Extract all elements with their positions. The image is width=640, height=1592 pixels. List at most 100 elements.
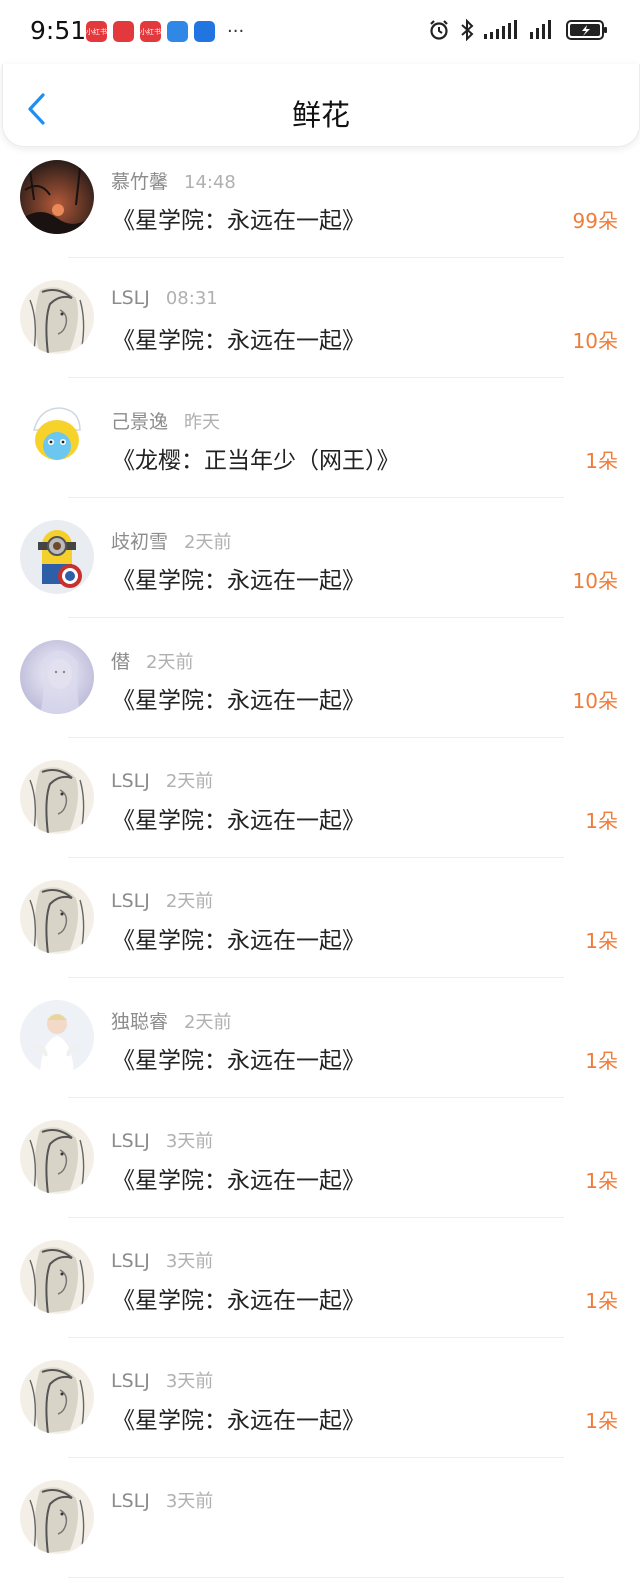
book-title[interactable]: 《星学院：永远在一起》 bbox=[112, 681, 365, 715]
item-meta: LSLJ 08:31 bbox=[111, 287, 218, 309]
divider bbox=[68, 377, 564, 378]
timestamp: 2天前 bbox=[146, 652, 194, 673]
list-item[interactable]: 己景逸 昨天《龙樱：正当年少（网王）》 1朵 bbox=[0, 392, 640, 512]
book-title[interactable]: 《星学院：永远在一起》 bbox=[112, 801, 365, 835]
avatar[interactable] bbox=[20, 1120, 94, 1194]
timestamp: 2天前 bbox=[184, 1012, 232, 1033]
list-item[interactable]: 独聪睿 2天前 《星学院：永远在一起》 1朵 bbox=[0, 992, 640, 1112]
flower-count: 1朵 bbox=[585, 1409, 618, 1433]
timestamp: 14:48 bbox=[184, 172, 236, 193]
book-title[interactable]: 《星学院：永远在一起》 bbox=[112, 1401, 365, 1435]
list-item[interactable]: LSLJ 3天前《星学院：永远在一起》 1朵 bbox=[0, 1232, 640, 1352]
book-title[interactable]: 《星学院：永远在一起》 bbox=[112, 201, 365, 235]
timestamp: 2天前 bbox=[165, 891, 214, 912]
avatar[interactable] bbox=[20, 640, 94, 714]
timestamp: 昨天 bbox=[184, 412, 221, 433]
list-item[interactable]: 歧初雪 2天前 《星学院：永远在一起》 10朵 bbox=[0, 512, 640, 632]
bulb-app-icon bbox=[194, 21, 215, 42]
battery-icon bbox=[566, 20, 607, 40]
flower-list: 慕竹馨 14:48 《星学院：永远在一起》 99朵 LSLJ 08:31 《星学院：永远在一… bbox=[0, 152, 640, 1592]
list-item[interactable]: 慕竹馨 14:48 《星学院：永远在一起》 99朵 bbox=[0, 152, 640, 272]
avatar[interactable] bbox=[20, 1480, 94, 1554]
username: 独聪睿 bbox=[111, 1011, 169, 1033]
avatar[interactable] bbox=[20, 280, 94, 354]
avatar[interactable] bbox=[20, 160, 94, 234]
timestamp: 2天前 bbox=[165, 771, 214, 792]
timestamp: 08:31 bbox=[165, 288, 218, 309]
list-item[interactable]: LSLJ 08:31 《星学院：永远在一起》 10朵 bbox=[0, 272, 640, 392]
book-title[interactable]: 《星学院：永远在一起》 bbox=[112, 1161, 365, 1195]
timestamp: 3天前 bbox=[165, 1371, 214, 1392]
timestamp: 3天前 bbox=[165, 1131, 214, 1152]
divider bbox=[68, 1217, 564, 1218]
avatar[interactable] bbox=[20, 400, 94, 474]
book-app-icon bbox=[113, 21, 134, 42]
avatar[interactable] bbox=[20, 520, 94, 594]
avatar[interactable] bbox=[20, 1000, 94, 1074]
flower-count: 1朵 bbox=[585, 449, 618, 473]
alarm-icon bbox=[430, 20, 448, 40]
list-item[interactable]: LSLJ 3天前《星学院：永远在一起》 1朵 bbox=[0, 1112, 640, 1232]
list-item[interactable]: LSLJ 3天前 bbox=[0, 1472, 640, 1592]
username: LSLJ bbox=[111, 1250, 150, 1272]
username: LSLJ bbox=[111, 890, 150, 912]
list-item[interactable]: 僣 2天前《星学院：永远在一起》 10朵 bbox=[0, 632, 640, 752]
app-header: 鲜花 bbox=[2, 64, 640, 147]
item-meta: 独聪睿 2天前 bbox=[111, 1007, 231, 1034]
xiaohongshu-icon: 小红书 bbox=[86, 21, 107, 42]
username: LSLJ bbox=[111, 1130, 150, 1152]
divider bbox=[68, 617, 564, 618]
weather-icon bbox=[167, 21, 188, 42]
avatar[interactable] bbox=[20, 1360, 94, 1434]
item-meta: LSLJ 2天前 bbox=[111, 887, 213, 913]
username: LSLJ bbox=[111, 1370, 150, 1392]
item-meta: 己景逸 昨天 bbox=[111, 407, 220, 434]
avatar[interactable] bbox=[20, 1240, 94, 1314]
clock: 9:51 bbox=[30, 16, 87, 45]
xiaohongshu-icon-2: 小红书 bbox=[140, 21, 161, 42]
item-meta: LSLJ 3天前 bbox=[111, 1127, 213, 1153]
list-item[interactable]: LSLJ 3天前《星学院：永远在一起》 1朵 bbox=[0, 1352, 640, 1472]
list-item[interactable]: LSLJ 2天前《星学院：永远在一起》 1朵 bbox=[0, 752, 640, 872]
book-title[interactable]: 《星学院：永远在一起》 bbox=[112, 561, 365, 595]
avatar[interactable] bbox=[20, 880, 94, 954]
status-bar: 9:51 小红书 小红书 ··· bbox=[0, 0, 640, 64]
avatar[interactable] bbox=[20, 760, 94, 834]
list-item[interactable]: LSLJ 2天前 《星学院：永远在一起》 1朵 bbox=[0, 872, 640, 992]
bluetooth-icon bbox=[461, 19, 474, 41]
flower-count: 1朵 bbox=[585, 1169, 618, 1193]
divider bbox=[68, 1337, 564, 1338]
signal-icon bbox=[484, 20, 517, 39]
divider bbox=[68, 977, 564, 978]
book-title[interactable]: 《星学院：永远在一起》 bbox=[112, 1281, 365, 1315]
divider bbox=[68, 1457, 564, 1458]
flower-count: 1朵 bbox=[585, 809, 618, 833]
item-meta: 慕竹馨 14:48 bbox=[111, 167, 236, 194]
username: LSLJ bbox=[111, 770, 150, 792]
item-meta: 僣 2天前 bbox=[111, 647, 193, 674]
book-title[interactable]: 《星学院：永远在一起》 bbox=[112, 921, 365, 955]
timestamp: 3天前 bbox=[165, 1491, 214, 1512]
book-title[interactable]: 《星学院：永远在一起》 bbox=[112, 321, 365, 355]
divider bbox=[68, 1097, 564, 1098]
flower-count: 10朵 bbox=[572, 689, 618, 713]
username: 僣 bbox=[111, 651, 131, 673]
flower-count: 1朵 bbox=[585, 1289, 618, 1313]
book-title[interactable]: 《龙樱：正当年少（网王）》 bbox=[112, 441, 400, 475]
item-meta: LSLJ 2天前 bbox=[111, 767, 213, 793]
timestamp: 2天前 bbox=[184, 532, 232, 553]
book-title[interactable]: 《星学院：永远在一起》 bbox=[112, 1041, 365, 1075]
timestamp: 3天前 bbox=[165, 1251, 214, 1272]
item-meta: LSLJ 3天前 bbox=[111, 1367, 213, 1393]
page-title: 鲜花 bbox=[291, 98, 350, 132]
divider bbox=[68, 497, 564, 498]
username: 歧初雪 bbox=[111, 531, 169, 553]
item-meta: LSLJ 3天前 bbox=[111, 1247, 213, 1273]
username: 慕竹馨 bbox=[111, 171, 169, 193]
item-meta: 歧初雪 2天前 bbox=[111, 527, 231, 554]
username: 己景逸 bbox=[111, 411, 169, 433]
username: LSLJ bbox=[111, 287, 150, 309]
flower-count: 99朵 bbox=[572, 209, 618, 233]
more-notifications-icon: ··· bbox=[227, 20, 245, 42]
flower-count: 10朵 bbox=[572, 329, 618, 353]
